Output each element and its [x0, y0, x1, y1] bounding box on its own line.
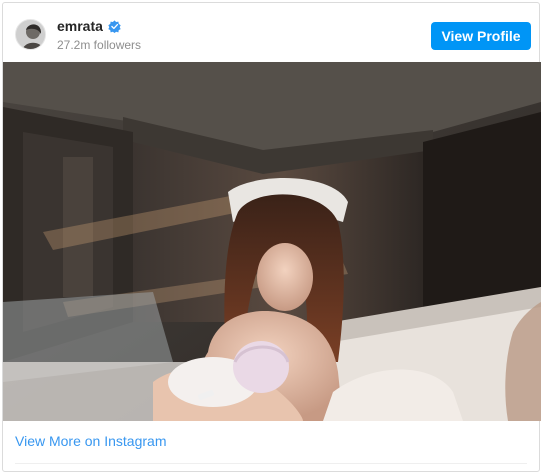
avatar-image — [16, 20, 45, 49]
follower-count: 27.2m followers — [57, 38, 142, 52]
username[interactable]: emrata — [57, 18, 121, 34]
username-text[interactable]: emrata — [57, 18, 103, 34]
view-more-link[interactable]: View More on Instagram — [15, 433, 166, 449]
post-photo[interactable] — [3, 62, 541, 421]
avatar[interactable] — [15, 19, 46, 50]
post-photo-image — [3, 62, 541, 421]
view-profile-button[interactable]: View Profile — [431, 22, 531, 50]
embed-header: emrata 27.2m followers View Profile — [3, 3, 539, 63]
verified-badge-icon — [108, 19, 121, 33]
instagram-embed: emrata 27.2m followers View Profile View… — [2, 2, 541, 472]
